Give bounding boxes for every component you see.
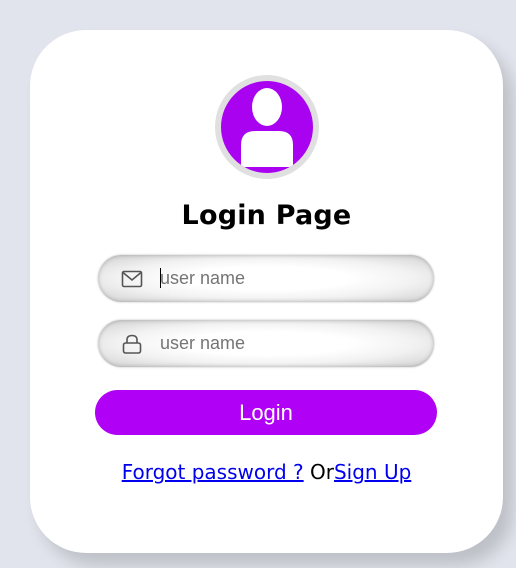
password-input[interactable] bbox=[160, 330, 415, 357]
footer-links: Forgot password ? OrSign Up bbox=[30, 460, 503, 484]
login-button[interactable]: Login bbox=[95, 390, 437, 435]
login-card: Login Page Login Forgot password ? OrSig… bbox=[30, 30, 503, 553]
lock-icon bbox=[120, 332, 144, 356]
sign-up-link[interactable]: Sign Up bbox=[334, 460, 411, 484]
username-input[interactable] bbox=[160, 265, 415, 292]
or-label: Or bbox=[310, 460, 334, 484]
forgot-password-link[interactable]: Forgot password ? bbox=[122, 460, 304, 484]
user-icon bbox=[221, 81, 313, 173]
text-caret bbox=[160, 268, 161, 288]
page-title: Login Page bbox=[181, 200, 352, 231]
username-field[interactable] bbox=[98, 255, 434, 302]
password-field[interactable] bbox=[98, 320, 434, 367]
envelope-icon bbox=[120, 267, 144, 291]
avatar bbox=[215, 75, 319, 179]
